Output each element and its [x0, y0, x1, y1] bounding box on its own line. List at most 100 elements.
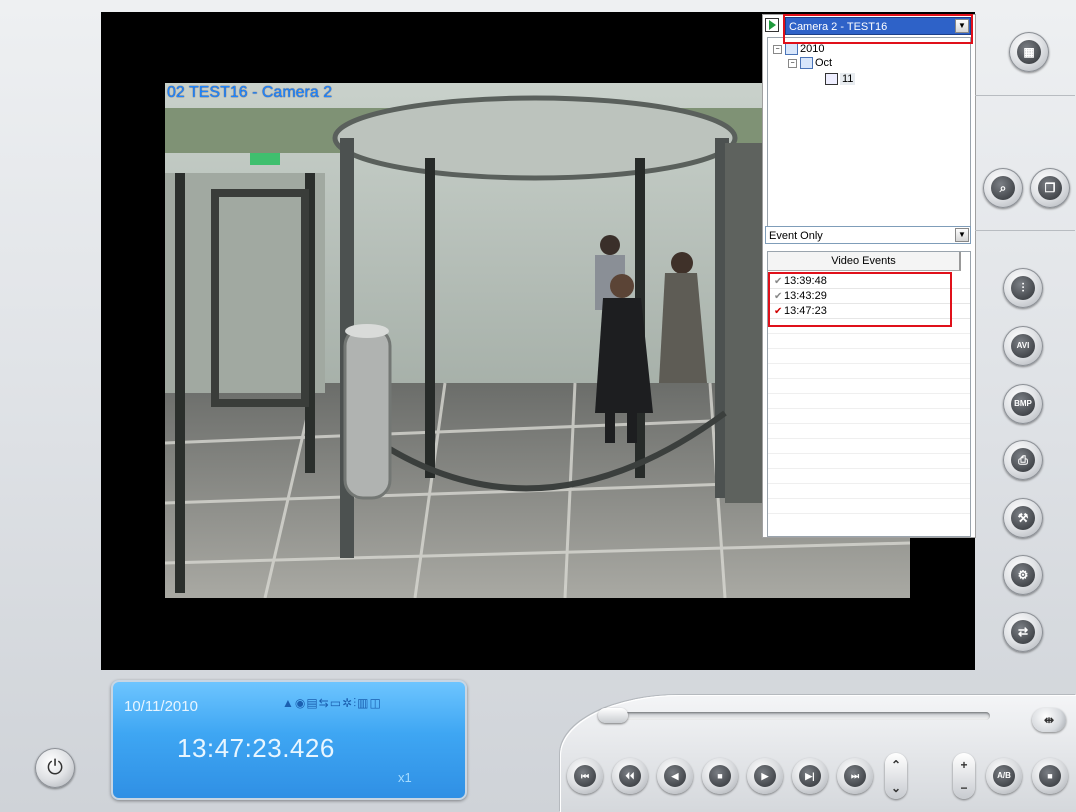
chevron-down-icon[interactable]: ▼ [955, 19, 969, 33]
empty-row [768, 349, 970, 364]
empty-row [768, 499, 970, 514]
empty-row [768, 454, 970, 469]
toolbar-divider [975, 230, 1075, 231]
play-button[interactable]: ▶ [747, 758, 783, 794]
save-avi-button[interactable]: AVI [1003, 326, 1043, 366]
event-filter-value: Event Only [769, 230, 823, 242]
play-arrow-icon [769, 20, 776, 30]
stop-button[interactable]: ■ [702, 758, 738, 794]
collapse-icon[interactable]: − [773, 44, 782, 54]
power-button[interactable]: ⏻ [35, 748, 75, 788]
film-icon [825, 73, 838, 86]
empty-row [768, 379, 970, 394]
status-indicator-icons: ▲◉▤⇆▭✲⫶▥◫ [282, 696, 382, 710]
list-item[interactable]: ✔ 13:43:29 [768, 289, 970, 304]
tree-node-year[interactable]: − 2010 [773, 43, 824, 56]
save-bmp-button[interactable]: BMP [1003, 384, 1043, 424]
chevron-down-icon[interactable]: ⌄ [891, 781, 901, 795]
skip-end-button[interactable]: ⏭ [837, 758, 873, 794]
chevron-down-icon[interactable]: ▼ [955, 228, 969, 242]
record-stop-button[interactable]: ■ [1032, 758, 1068, 794]
tree-node-day[interactable]: 11 [825, 73, 856, 86]
panel-collapse-button[interactable] [765, 18, 779, 32]
step-back-button[interactable]: ◀ [657, 758, 693, 794]
export-icon: ⇄ [1011, 620, 1035, 644]
search-playback-button[interactable]: ⌕ [983, 168, 1023, 208]
tree-year-label: 2010 [800, 43, 825, 55]
copy-button[interactable]: ❐ [1030, 168, 1070, 208]
empty-row [768, 409, 970, 424]
empty-row [768, 439, 970, 454]
empty-row [768, 334, 970, 349]
layout-icon: ▦ [1017, 40, 1041, 64]
event-time: 13:39:48 [784, 275, 827, 287]
list-item[interactable]: ✔ 13:39:48 [768, 274, 970, 289]
seek-bar[interactable] [598, 712, 990, 720]
tree-month-label: Oct [815, 57, 833, 69]
playback-side-panel: Camera 2 - TEST16 ▼ −2010 − Oct 11 Event … [762, 14, 976, 538]
previous-icon: ⏴⏴ [619, 765, 641, 787]
lcd-speed: x1 [398, 770, 412, 785]
skip-start-button[interactable]: ⏮ [567, 758, 603, 794]
save-avi-icon: AVI [1011, 334, 1035, 358]
square-icon: ■ [1039, 765, 1061, 787]
layout-button[interactable]: ▦ [1009, 32, 1049, 72]
copy-icon: ❐ [1038, 176, 1062, 200]
check-icon[interactable]: ✔ [774, 275, 784, 289]
step-forward-button[interactable]: ▶| [792, 758, 828, 794]
list-item[interactable]: ✔ 13:47:23 [768, 304, 970, 319]
camera-select-value: Camera 2 - TEST16 [789, 21, 888, 33]
empty-row [768, 424, 970, 439]
lcd-time: 13:47:23.426 [177, 733, 335, 763]
event-filter-dropdown[interactable]: Event Only ▼ [765, 226, 971, 244]
minus-icon[interactable]: − [960, 781, 967, 795]
event-time: 13:47:23 [784, 305, 827, 317]
empty-row [768, 364, 970, 379]
speed-stepper[interactable]: ⌃ ⌄ [885, 753, 907, 799]
tree-day-label: 11 [840, 73, 856, 85]
settings-button[interactable]: ⚙ [1003, 555, 1043, 595]
step-back-icon: ◀ [664, 765, 686, 787]
zoom-stepper[interactable]: + − [953, 753, 975, 799]
tools-button[interactable]: ⚒ [1003, 498, 1043, 538]
ab-segment-icon: A/B [993, 765, 1015, 787]
step-forward-icon: ▶| [799, 765, 821, 787]
check-icon[interactable]: ✔ [774, 290, 784, 304]
plus-icon[interactable]: + [960, 758, 967, 772]
events-column-header[interactable]: Video Events [768, 252, 961, 271]
ab-segment-button[interactable]: A/B [986, 758, 1022, 794]
repeat-ab-button[interactable]: ⇹ [1032, 708, 1066, 732]
print-icon: ⎙ [1011, 448, 1035, 472]
stop-icon: ■ [709, 765, 731, 787]
empty-row [768, 394, 970, 409]
search-playback-icon: ⌕ [991, 176, 1015, 200]
previous-button[interactable]: ⏴⏴ [612, 758, 648, 794]
settings-icon: ⚙ [1011, 563, 1035, 587]
empty-row [768, 484, 970, 499]
lcd-date: 10/11/2010 [124, 698, 198, 715]
power-icon: ⏻ [47, 757, 63, 779]
date-tree: −2010 − Oct 11 [767, 37, 971, 231]
adjust-button[interactable]: ⫶ [1003, 268, 1043, 308]
tree-node-month[interactable]: − Oct [788, 57, 832, 70]
calendar-icon [785, 43, 798, 56]
collapse-icon[interactable]: − [788, 58, 797, 68]
toolbar-divider [975, 95, 1075, 96]
adjust-icon: ⫶ [1011, 276, 1035, 300]
calendar-month-icon [800, 57, 813, 70]
event-time: 13:43:29 [784, 290, 827, 302]
repeat-ab-icon: ⇹ [1043, 713, 1055, 727]
tools-icon: ⚒ [1011, 506, 1035, 530]
export-button[interactable]: ⇄ [1003, 612, 1043, 652]
skip-end-icon: ⏭ [844, 765, 866, 787]
print-button[interactable]: ⎙ [1003, 440, 1043, 480]
play-icon: ▶ [754, 765, 776, 787]
camera-select-dropdown[interactable]: Camera 2 - TEST16 ▼ [785, 17, 971, 35]
skip-start-icon: ⏮ [574, 765, 596, 787]
chevron-up-icon[interactable]: ⌃ [891, 758, 901, 772]
video-events-list: Video Events ✔ 13:39:48 ✔ 13:43:29 ✔ 13:47:… [767, 251, 971, 537]
save-bmp-icon: BMP [1011, 392, 1035, 416]
seek-handle[interactable] [598, 708, 628, 723]
check-icon[interactable]: ✔ [774, 305, 784, 319]
camera-overlay-label: 02 TEST16 - Camera 2 [167, 84, 333, 101]
